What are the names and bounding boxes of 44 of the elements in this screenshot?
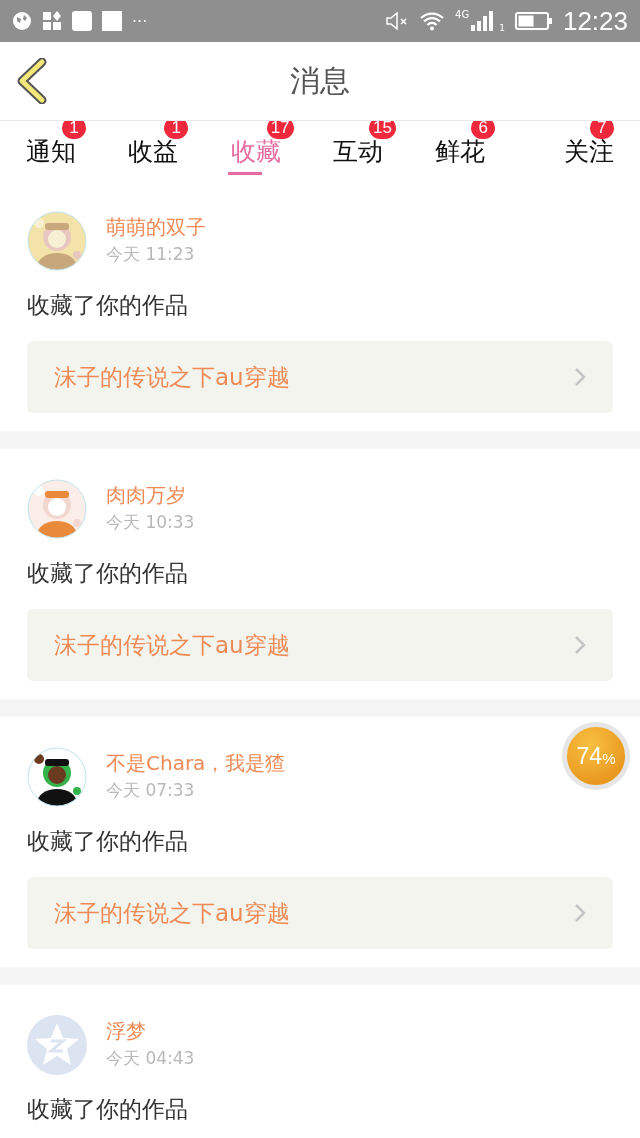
tab[interactable]: 收藏 17 [204, 121, 307, 181]
count-badge: 7 [589, 121, 614, 139]
count-badge: 17 [266, 121, 294, 139]
chevron-right-icon [574, 635, 586, 655]
globe-icon [12, 11, 32, 31]
count-badge: 1 [164, 121, 189, 139]
work-link[interactable]: 沫子的传说之下au穿越 [27, 609, 613, 681]
user-name[interactable]: 萌萌的双子 [106, 215, 206, 239]
message-time: 今天 07:33 [106, 780, 196, 800]
tab[interactable]: 收益 1 [102, 121, 205, 181]
user-name[interactable]: 浮梦 [106, 1019, 195, 1043]
default-avatar-icon [27, 1015, 87, 1075]
message-text: 收藏了你的作品 [27, 827, 189, 856]
user-name[interactable]: 不是Chara，我是猹 [106, 751, 286, 775]
message-time: 今天 10:33 [106, 512, 195, 532]
count-badge: 6 [471, 121, 496, 139]
tab[interactable]: 鲜花 6 [409, 121, 512, 181]
selected-underline [227, 172, 262, 175]
more-notifications: ··· [132, 11, 148, 31]
page-title: 消息 [290, 61, 350, 100]
chevron-right-icon [574, 903, 586, 923]
message-text: 收藏了你的作品 [27, 559, 189, 588]
tab[interactable]: 互动 15 [307, 121, 410, 181]
message-text: 收藏了你的作品 [27, 291, 189, 320]
battery-icon [514, 11, 553, 31]
mute-icon [385, 11, 410, 31]
work-link[interactable]: 沫子的传说之下au穿越 [27, 341, 613, 413]
network-type: 4G [455, 9, 470, 20]
count-badge: 1 [62, 121, 86, 139]
notification-icon [72, 11, 92, 31]
chevron-right-icon [574, 367, 586, 387]
sim-number: 1 [499, 23, 505, 33]
wifi-icon [419, 11, 446, 31]
clock: 12:23 [562, 5, 628, 37]
tab[interactable]: 关注 7 [511, 121, 640, 181]
message-text: 收藏了你的作品 [27, 1095, 189, 1124]
tab[interactable]: 通知 1 [0, 121, 103, 181]
user-name[interactable]: 肉肉万岁 [106, 483, 195, 507]
message-time: 今天 04:43 [106, 1048, 195, 1068]
apps-icon [42, 11, 62, 31]
message-time: 今天 11:23 [106, 244, 196, 264]
work-link[interactable]: 沫子的传说之下au穿越 [27, 877, 613, 949]
notification-icon [102, 11, 122, 31]
count-badge: 15 [369, 121, 396, 139]
